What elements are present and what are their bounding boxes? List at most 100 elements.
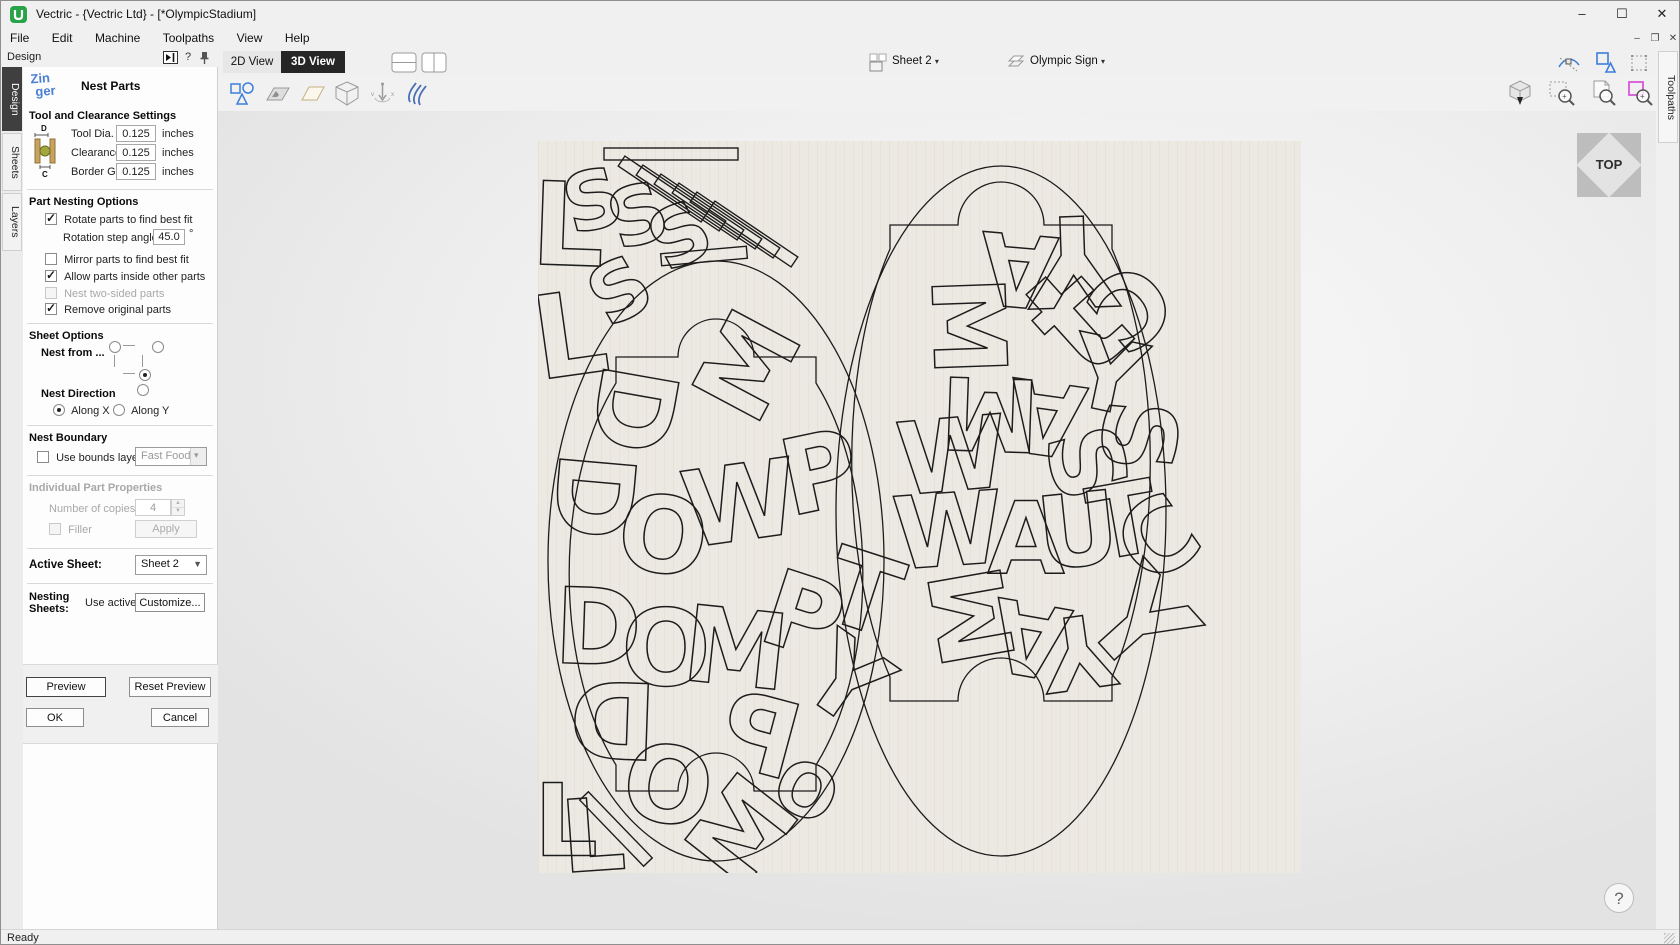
mdi-restore-button[interactable]: ❐ — [1647, 32, 1663, 46]
transform-selection-icon[interactable] — [1594, 51, 1618, 75]
chevron-down-icon: ▾ — [935, 57, 939, 66]
right-sign-nested-letters: AYCtMMAYSSWWAUTCMAYY — [889, 185, 1223, 714]
layer-selector[interactable]: Olympic Sign ▾ — [1030, 55, 1105, 67]
preview-button[interactable]: Preview — [26, 677, 106, 697]
view-orientation-cube[interactable]: TOP — [1577, 133, 1641, 197]
nest-from-bottom-right-radio[interactable] — [137, 384, 149, 396]
draw-shapes-icon[interactable] — [229, 80, 256, 107]
checkbox-use-bounds-layer[interactable]: Use bounds layer: — [37, 451, 145, 466]
chevron-down-icon: ▼ — [193, 559, 202, 569]
maximize-button[interactable]: ☐ — [1603, 1, 1641, 27]
drawing-toolbar: vx + + — [218, 76, 1656, 112]
mdi-close-button[interactable]: ✕ — [1665, 32, 1680, 46]
customize-button[interactable]: Customize... — [135, 593, 205, 612]
checkbox-box[interactable] — [45, 253, 57, 265]
reset-preview-button[interactable]: Reset Preview — [129, 677, 211, 697]
rotation-step-input[interactable] — [153, 229, 185, 245]
tool-diagram-icon: D C — [31, 123, 67, 177]
material-plane-icon[interactable] — [299, 80, 326, 107]
tab-2d-view[interactable]: 2D View — [223, 51, 281, 73]
zoom-box-icon[interactable]: + — [1548, 79, 1576, 107]
snap-grid-icon[interactable] — [1627, 51, 1651, 75]
datum-position-icon[interactable]: vx — [369, 80, 396, 107]
tool-dia-input[interactable] — [116, 125, 156, 142]
nest-from-bottom-left-radio[interactable] — [139, 369, 151, 381]
copies-input — [135, 499, 171, 516]
chevron-down-icon: ▾ — [1101, 57, 1105, 66]
svg-text:+: + — [1640, 92, 1645, 101]
menu-edit[interactable]: Edit — [43, 28, 82, 49]
menu-toolpaths[interactable]: Toolpaths — [154, 28, 223, 49]
nest-from-diagram — [109, 341, 159, 383]
resize-grip[interactable] — [1664, 933, 1675, 944]
checkbox-mirror-parts[interactable]: Mirror parts to find best fit — [45, 253, 189, 268]
checkbox-box[interactable] — [45, 213, 57, 225]
nest-from-top-left-radio[interactable] — [109, 341, 121, 353]
layer-selector-icon — [1006, 52, 1026, 72]
active-sheet-dropdown[interactable]: Sheet 2 ▼ — [135, 555, 207, 575]
sidebar-tab-design[interactable]: Design — [2, 67, 22, 131]
copies-spinner: ▲ ▼ — [171, 499, 185, 516]
separator — [27, 323, 213, 324]
border-gap-input[interactable] — [116, 163, 156, 180]
menu-view[interactable]: View — [228, 28, 272, 49]
checkbox-remove-original[interactable]: Remove original parts — [45, 303, 171, 318]
checkbox-box[interactable] — [45, 270, 57, 282]
material-image-icon[interactable] — [264, 80, 291, 107]
canvas-help-button[interactable]: ? — [1604, 883, 1634, 913]
title-bar: Vectric - {Vectric Ltd} - [*OlympicStadi… — [1, 1, 1679, 28]
radio-along-x[interactable]: Along X — [53, 404, 110, 419]
spinner-up-icon: ▲ — [172, 500, 184, 507]
close-button[interactable]: ✕ — [1643, 1, 1680, 27]
svg-text:C: C — [42, 170, 48, 177]
separator — [27, 425, 213, 426]
node-edit-icon[interactable] — [1557, 51, 1581, 75]
cancel-button[interactable]: Cancel — [151, 708, 209, 727]
rotation-step-label: Rotation step angle — [63, 232, 158, 244]
checkbox-nest-two-sided: Nest two-sided parts — [45, 287, 164, 302]
nest-boundary-heading: Nest Boundary — [29, 432, 107, 444]
checkbox-filler: Filler — [49, 523, 92, 538]
sidebar-tab-layers[interactable]: Layers — [2, 193, 22, 251]
checkbox-allow-inside[interactable]: Allow parts inside other parts — [45, 270, 205, 285]
menu-file[interactable]: File — [1, 28, 38, 49]
zoom-drawing-icon[interactable] — [1590, 79, 1618, 107]
pin-icon[interactable] — [199, 51, 210, 65]
panel-header-title: Design — [7, 51, 41, 63]
isometric-view-icon[interactable] — [1506, 79, 1534, 107]
mdi-minimize-button[interactable]: – — [1629, 32, 1645, 46]
nest-from-top-right-radio[interactable] — [152, 341, 164, 353]
ok-button[interactable]: OK — [26, 708, 84, 727]
sidebar-tab-toolpaths[interactable]: Toolpaths — [1658, 51, 1678, 143]
dock-panel-icon[interactable] — [163, 51, 178, 64]
zoom-selection-icon[interactable]: + — [1626, 79, 1654, 107]
clearance-input[interactable] — [116, 144, 156, 161]
split-vertical-icon[interactable] — [421, 52, 447, 73]
svg-text:v: v — [371, 92, 374, 98]
window-title: Vectric - {Vectric Ltd} - [*OlympicStadi… — [36, 7, 256, 21]
checkbox-box — [45, 287, 57, 299]
spinner-down-icon: ▼ — [172, 507, 184, 515]
sidebar-tab-sheets[interactable]: Sheets — [2, 133, 22, 191]
chevron-down-icon: ▾ — [194, 450, 199, 461]
separator — [27, 189, 213, 190]
menu-machine[interactable]: Machine — [86, 28, 149, 49]
dropdown-button: ▾ — [190, 448, 206, 465]
menu-help[interactable]: Help — [276, 28, 319, 49]
radio-along-y[interactable]: Along Y — [113, 404, 169, 419]
material-sheet[interactable]: LSSSSLLL DMDOWPDOMPTYDOPMO AYCtMMAYSSWWA… — [538, 141, 1301, 873]
toolpath-preview-icon[interactable] — [404, 80, 431, 107]
tab-3d-view[interactable]: 3D View — [281, 51, 345, 73]
checkbox-rotate-parts[interactable]: Rotate parts to find best fit — [45, 213, 192, 228]
3d-view-canvas[interactable]: LSSSSLLL DMDOWPDOMPTYDOPMO AYCtMMAYSSWWA… — [218, 111, 1656, 929]
checkbox-box[interactable] — [37, 451, 49, 463]
split-horizontal-icon[interactable] — [391, 52, 417, 73]
panel-help-icon[interactable]: ? — [185, 51, 191, 63]
material-block-icon[interactable] — [334, 80, 361, 107]
sheet-selector[interactable]: Sheet 2 ▾ — [892, 55, 939, 67]
sheet-options-heading: Sheet Options — [29, 330, 104, 342]
svg-text:+: + — [1562, 92, 1567, 101]
minimize-button[interactable]: – — [1563, 1, 1601, 27]
panel-title: Nest Parts — [81, 79, 140, 93]
checkbox-box[interactable] — [45, 303, 57, 315]
